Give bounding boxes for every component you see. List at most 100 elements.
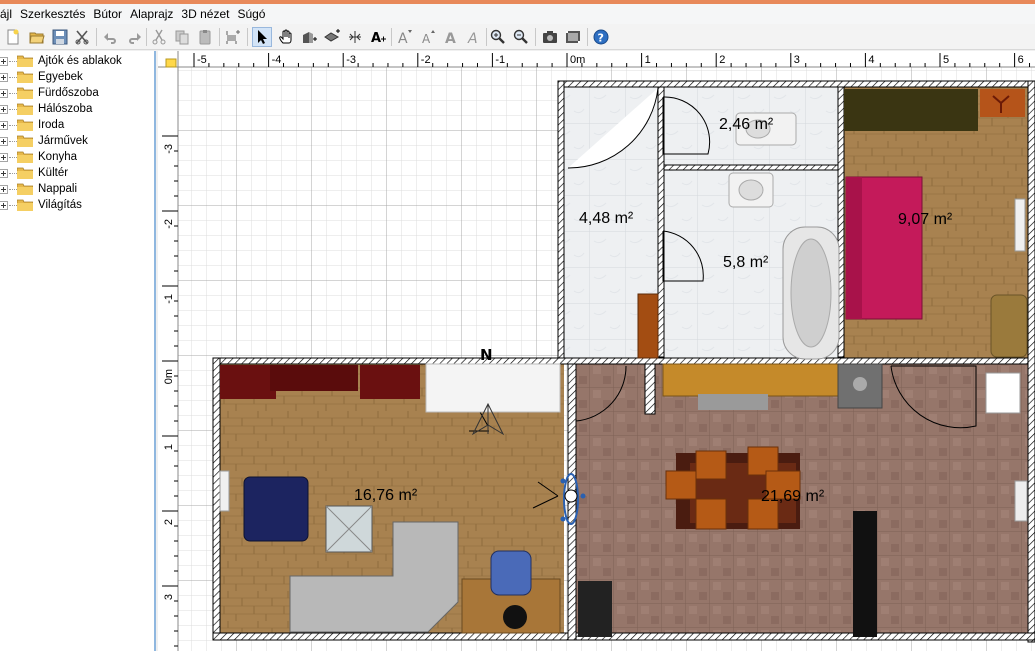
catalog-category-label: Konyha: [38, 151, 78, 163]
ruler-corner-icon: [165, 58, 177, 68]
top-ruler-label: 3: [794, 54, 800, 66]
top-ruler-label: -4: [272, 54, 282, 66]
catalog-category-label: Fürdőszoba: [38, 87, 99, 99]
menu-file[interactable]: ájl: [0, 4, 16, 24]
menu-furniture[interactable]: Bútor: [89, 4, 126, 24]
pan-mode-button[interactable]: [276, 27, 296, 47]
room-area-16-76: 16,76 m²: [354, 487, 418, 504]
select-mode-button[interactable]: [252, 27, 272, 47]
cut-button[interactable]: [149, 27, 169, 47]
create-polylines-button[interactable]: [345, 27, 365, 47]
catalog-category-6[interactable]: Konyha: [0, 149, 77, 165]
catalog-category-0[interactable]: Ajtók és ablakok: [0, 53, 122, 69]
folder-icon: [17, 71, 33, 83]
top-ruler-label: 1: [645, 54, 651, 66]
expand-toggle-icon[interactable]: [0, 136, 8, 146]
cut-icon: [152, 29, 166, 45]
radiator-dining: [1014, 480, 1028, 522]
catalog-category-label: Nappali: [38, 183, 77, 195]
folder-icon: [17, 87, 33, 99]
expand-toggle-icon[interactable]: [0, 152, 8, 162]
catalog-category-2[interactable]: Fürdőszoba: [0, 85, 99, 101]
menu-help[interactable]: Súgó: [233, 4, 269, 24]
preferences-button[interactable]: [72, 27, 92, 47]
compass-north-label: N: [480, 346, 493, 364]
create-photo-button[interactable]: [540, 27, 560, 47]
svg-text:A: A: [467, 31, 478, 45]
expand-toggle-icon[interactable]: [0, 56, 8, 66]
sideboard-left: [220, 365, 276, 399]
expand-toggle-icon[interactable]: [0, 72, 8, 82]
create-walls-button[interactable]: [299, 27, 319, 47]
room-area-21-69: 21,69 m²: [761, 488, 825, 505]
menu-3d-view[interactable]: 3D nézet: [177, 4, 233, 24]
catalog-category-7[interactable]: Kültér: [0, 165, 68, 181]
radiator: [1014, 198, 1026, 252]
svg-text:A: A: [398, 31, 408, 45]
cabinet: [637, 293, 659, 359]
armchair: [990, 294, 1028, 358]
decrease-text-size-button[interactable]: A: [418, 27, 438, 47]
add-furniture-button[interactable]: [223, 27, 243, 47]
stove: [698, 394, 768, 410]
expand-toggle-icon[interactable]: [0, 168, 8, 178]
open-file-button[interactable]: [27, 27, 47, 47]
wardrobe: [844, 89, 978, 131]
blue-armchair: [243, 476, 309, 542]
create-rooms-icon: [324, 29, 340, 42]
expand-toggle-icon[interactable]: [0, 88, 8, 98]
counter: [425, 363, 561, 413]
redo-button[interactable]: [124, 27, 144, 47]
italic-text-button[interactable]: A: [464, 27, 484, 47]
create-video-button[interactable]: [563, 27, 583, 47]
fridge: [985, 372, 1021, 414]
top-ruler-label: 6: [1018, 54, 1024, 66]
menu-plan[interactable]: Alaprajz: [126, 4, 177, 24]
left-ruler-label: -2: [163, 219, 175, 229]
copy-button[interactable]: [172, 27, 192, 47]
copy-icon: [175, 30, 189, 45]
undo-button[interactable]: [101, 27, 121, 47]
bold-text-button[interactable]: A: [441, 27, 461, 47]
catalog-category-9[interactable]: Világítás: [0, 197, 82, 213]
catalog-category-label: Világítás: [38, 199, 82, 211]
bold-text-icon: A: [445, 31, 456, 45]
create-photo-icon: [543, 31, 557, 43]
room-area-4-48: 4,48 m²: [579, 210, 634, 227]
top-ruler-label: 0m: [570, 54, 585, 66]
expand-toggle-icon[interactable]: [0, 200, 8, 210]
catalog-category-4[interactable]: Iroda: [0, 117, 64, 133]
shelf: [578, 581, 612, 637]
create-rooms-button[interactable]: [322, 27, 342, 47]
new-file-button[interactable]: [3, 27, 23, 47]
catalog-category-5[interactable]: Járművek: [0, 133, 88, 149]
zoom-out-button[interactable]: [511, 27, 531, 47]
catalog-category-1[interactable]: Egyebek: [0, 69, 83, 85]
add-text-button[interactable]: A: [368, 27, 388, 47]
help-button[interactable]: ?: [591, 27, 611, 47]
menu-edit[interactable]: Szerkesztés: [16, 4, 89, 24]
save-button[interactable]: [50, 27, 70, 47]
catalog-category-3[interactable]: Hálószoba: [0, 101, 92, 117]
expand-toggle-icon[interactable]: [0, 184, 8, 194]
folder-icon: [17, 103, 33, 115]
left-ruler: [158, 51, 178, 651]
left-ruler-label: 1: [163, 444, 175, 450]
increase-text-size-button[interactable]: A: [395, 27, 415, 47]
catalog-category-label: Hálószoba: [38, 103, 93, 115]
floor-plan-view[interactable]: 2,46 m² 4,48 m² 5,8 m² 9,07 m² 16,76 m² …: [158, 51, 1035, 651]
paste-button[interactable]: [195, 27, 215, 47]
text-size-decrease-icon: A: [422, 30, 435, 45]
top-ruler-label: -3: [346, 54, 356, 66]
catalog-category-8[interactable]: Nappali: [0, 181, 77, 197]
zoom-in-button[interactable]: [488, 27, 508, 47]
catalog-category-label: Iroda: [38, 119, 65, 131]
folder-icon: [17, 119, 33, 131]
left-ruler-label: 3: [163, 594, 175, 600]
expand-toggle-icon[interactable]: [0, 104, 8, 114]
furniture-catalog-tree: Ajtók és ablakok Egyebek Fürdőszoba Hálószo…: [0, 51, 156, 651]
left-ruler-label: -1: [163, 294, 175, 304]
expand-toggle-icon[interactable]: [0, 120, 8, 130]
folder-icon: [17, 199, 33, 211]
create-dimensions-icon: [349, 31, 361, 43]
